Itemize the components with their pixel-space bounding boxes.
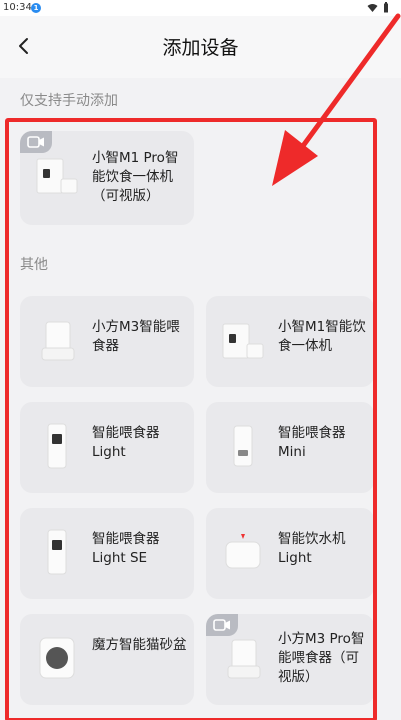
feeder-light-se-image: [47, 529, 67, 575]
status-time: 10:34: [3, 2, 32, 13]
device-card-litter-box[interactable]: 魔方智能猫砂盆: [20, 614, 194, 705]
device-label: 小智M1智能饮食一体机: [278, 319, 366, 354]
device-card-m1-feeder[interactable]: 小智M1智能饮食一体机: [206, 296, 374, 387]
device-label: 智能饮水机 Light: [278, 531, 346, 566]
device-card-m1-pro-visual[interactable]: 小智M1 Pro智能饮食一体机（可视版）: [20, 131, 194, 225]
feeder-pro-image: [36, 158, 78, 194]
feeder-mini-image: [233, 425, 253, 467]
m3-pro-feeder-image: [227, 639, 261, 679]
device-card-m3-feeder[interactable]: 小方M3智能喂食器: [20, 296, 194, 387]
app-header: 添加设备: [0, 16, 401, 78]
status-icons: [367, 2, 389, 13]
m3-feeder-image: [41, 321, 75, 361]
device-card-feeder-light-se[interactable]: 智能喂食器 Light SE: [20, 508, 194, 599]
device-label: 魔方智能猫砂盆: [92, 637, 187, 653]
battery-icon: [384, 2, 388, 13]
section-label-others: 其他: [20, 257, 48, 273]
section-label-manual: 仅支持手动添加: [20, 93, 118, 109]
water-fountain-image: [225, 534, 261, 569]
device-card-fountain-light[interactable]: 智能饮水机 Light: [206, 508, 374, 599]
device-card-feeder-light[interactable]: 智能喂食器 Light: [20, 402, 194, 493]
status-bar: 10:34 1: [0, 0, 401, 16]
device-label: 智能喂食器 Light SE: [92, 531, 160, 566]
notification-badge: 1: [31, 3, 41, 13]
device-card-m3-pro-visual[interactable]: 小方M3 Pro智能喂食器（可视版）: [206, 614, 374, 705]
device-label: 智能喂食器 Light: [92, 425, 160, 460]
device-card-feeder-mini[interactable]: 智能喂食器 Mini: [206, 402, 374, 493]
page-title: 添加设备: [162, 37, 239, 59]
m1-feeder-image: [222, 323, 264, 359]
feeder-light-image: [47, 423, 67, 469]
device-label: 小方M3智能喂食器: [92, 319, 180, 354]
litter-box-image: [39, 637, 75, 679]
device-label: 小智M1 Pro智能饮食一体机（可视版）: [92, 150, 179, 204]
device-label: 小方M3 Pro智能喂食器（可视版）: [278, 631, 365, 685]
device-label: 智能喂食器 Mini: [278, 425, 346, 460]
wifi-icon: [367, 3, 378, 12]
